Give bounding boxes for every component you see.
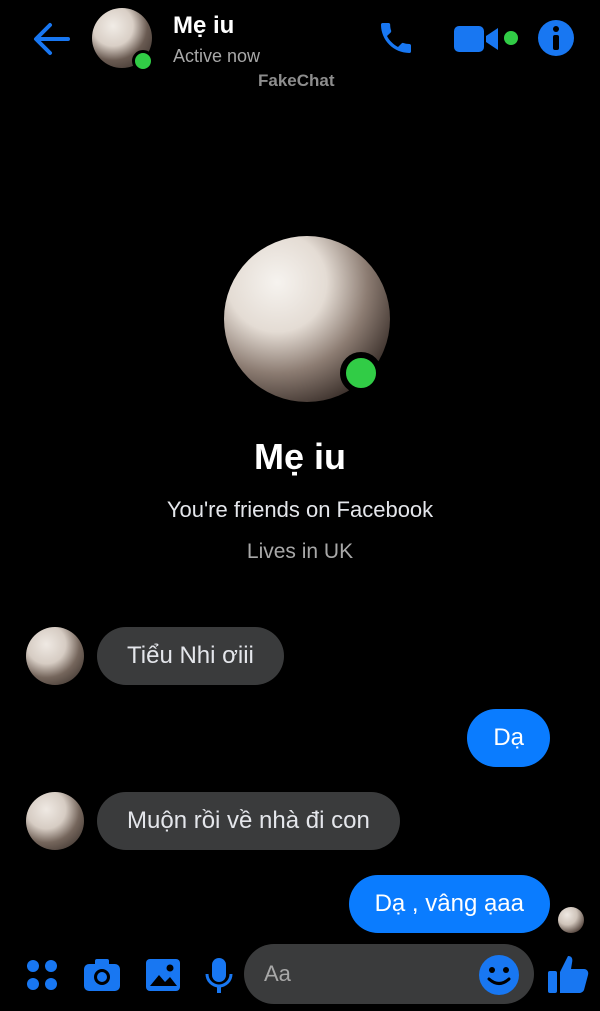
profile-name: Mẹ iu	[253, 436, 346, 477]
video-online-dot	[504, 31, 518, 45]
back-arrow-icon[interactable]	[30, 18, 72, 60]
microphone-icon[interactable]	[199, 955, 239, 995]
profile-online-indicator	[340, 352, 382, 394]
outgoing-message[interactable]: Dạ , vâng ạaa	[348, 875, 550, 933]
message-avatar[interactable]	[26, 792, 84, 850]
active-status: Active now	[173, 46, 261, 66]
friends-info: You're friends on Facebook	[166, 497, 434, 522]
video-camera-icon[interactable]	[452, 22, 510, 56]
info-icon[interactable]	[536, 18, 576, 58]
contact-name[interactable]: Mẹ iu	[173, 12, 234, 40]
message-input-placeholder: Aa	[264, 961, 291, 986]
watermark: FakeChat	[258, 71, 335, 90]
incoming-message[interactable]: Muộn rồi về nhà đi con	[97, 792, 400, 850]
outgoing-message[interactable]: Dạ	[467, 709, 550, 767]
location-info: Lives in UK	[246, 540, 354, 563]
seen-avatar	[558, 907, 584, 933]
message-avatar[interactable]	[26, 627, 84, 685]
apps-grid-icon[interactable]	[22, 955, 62, 995]
image-icon[interactable]	[143, 955, 183, 995]
thumbs-up-icon[interactable]	[546, 952, 590, 996]
emoji-icon[interactable]	[478, 954, 520, 996]
camera-icon[interactable]	[82, 955, 122, 995]
incoming-message[interactable]: Tiểu Nhi ơiii	[97, 627, 284, 685]
online-indicator	[132, 50, 154, 72]
phone-icon[interactable]	[376, 18, 416, 58]
